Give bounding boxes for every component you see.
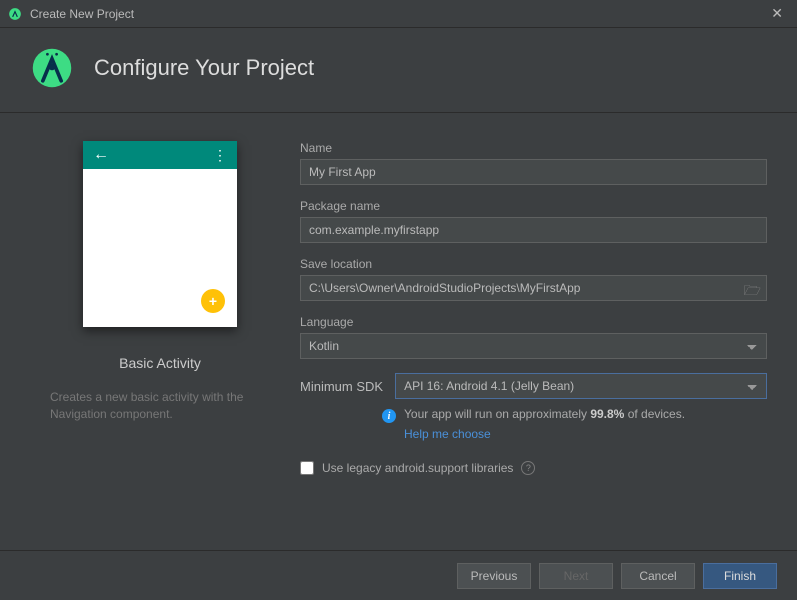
template-name: Basic Activity bbox=[50, 355, 270, 371]
legacy-libraries-label: Use legacy android.support libraries bbox=[322, 461, 513, 475]
previous-button[interactable]: Previous bbox=[457, 563, 531, 589]
form-column: Name Package name Save location 🗁 Langua… bbox=[300, 141, 767, 533]
fab-icon: + bbox=[201, 289, 225, 313]
preview-appbar: ← ⋮ bbox=[83, 141, 237, 169]
save-location-label: Save location bbox=[300, 257, 767, 271]
android-studio-icon bbox=[8, 7, 22, 21]
content-area: ← ⋮ + Basic Activity Creates a new basic… bbox=[0, 113, 797, 533]
minimum-sdk-label: Minimum SDK bbox=[300, 379, 383, 394]
titlebar: Create New Project ✕ bbox=[0, 0, 797, 28]
save-location-input[interactable] bbox=[300, 275, 767, 301]
language-select[interactable]: Kotlin bbox=[300, 333, 767, 359]
next-button: Next bbox=[539, 563, 613, 589]
package-label: Package name bbox=[300, 199, 767, 213]
name-label: Name bbox=[300, 141, 767, 155]
footer-buttons: Previous Next Cancel Finish bbox=[0, 550, 797, 600]
help-me-choose-link[interactable]: Help me choose bbox=[300, 427, 767, 441]
page-header: Configure Your Project bbox=[0, 28, 797, 113]
info-icon: i bbox=[382, 409, 396, 423]
page-title: Configure Your Project bbox=[94, 55, 314, 81]
overflow-menu-icon: ⋮ bbox=[213, 147, 227, 164]
package-input[interactable] bbox=[300, 217, 767, 243]
name-input[interactable] bbox=[300, 159, 767, 185]
cancel-button[interactable]: Cancel bbox=[621, 563, 695, 589]
legacy-libraries-checkbox[interactable] bbox=[300, 461, 314, 475]
sdk-info-text: Your app will run on approximately 99.8%… bbox=[404, 407, 685, 421]
template-description: Creates a new basic activity with the Na… bbox=[50, 389, 270, 423]
close-icon[interactable]: ✕ bbox=[765, 5, 789, 22]
template-preview: ← ⋮ + bbox=[83, 141, 237, 327]
window-title: Create New Project bbox=[30, 7, 765, 21]
template-preview-column: ← ⋮ + Basic Activity Creates a new basic… bbox=[30, 141, 300, 533]
help-icon[interactable]: ? bbox=[521, 461, 535, 475]
finish-button[interactable]: Finish bbox=[703, 563, 777, 589]
minimum-sdk-select[interactable]: API 16: Android 4.1 (Jelly Bean) bbox=[395, 373, 767, 399]
browse-folder-icon[interactable]: 🗁 bbox=[744, 280, 761, 304]
back-arrow-icon: ← bbox=[93, 146, 109, 164]
language-label: Language bbox=[300, 315, 767, 329]
android-studio-logo-icon bbox=[30, 46, 74, 90]
